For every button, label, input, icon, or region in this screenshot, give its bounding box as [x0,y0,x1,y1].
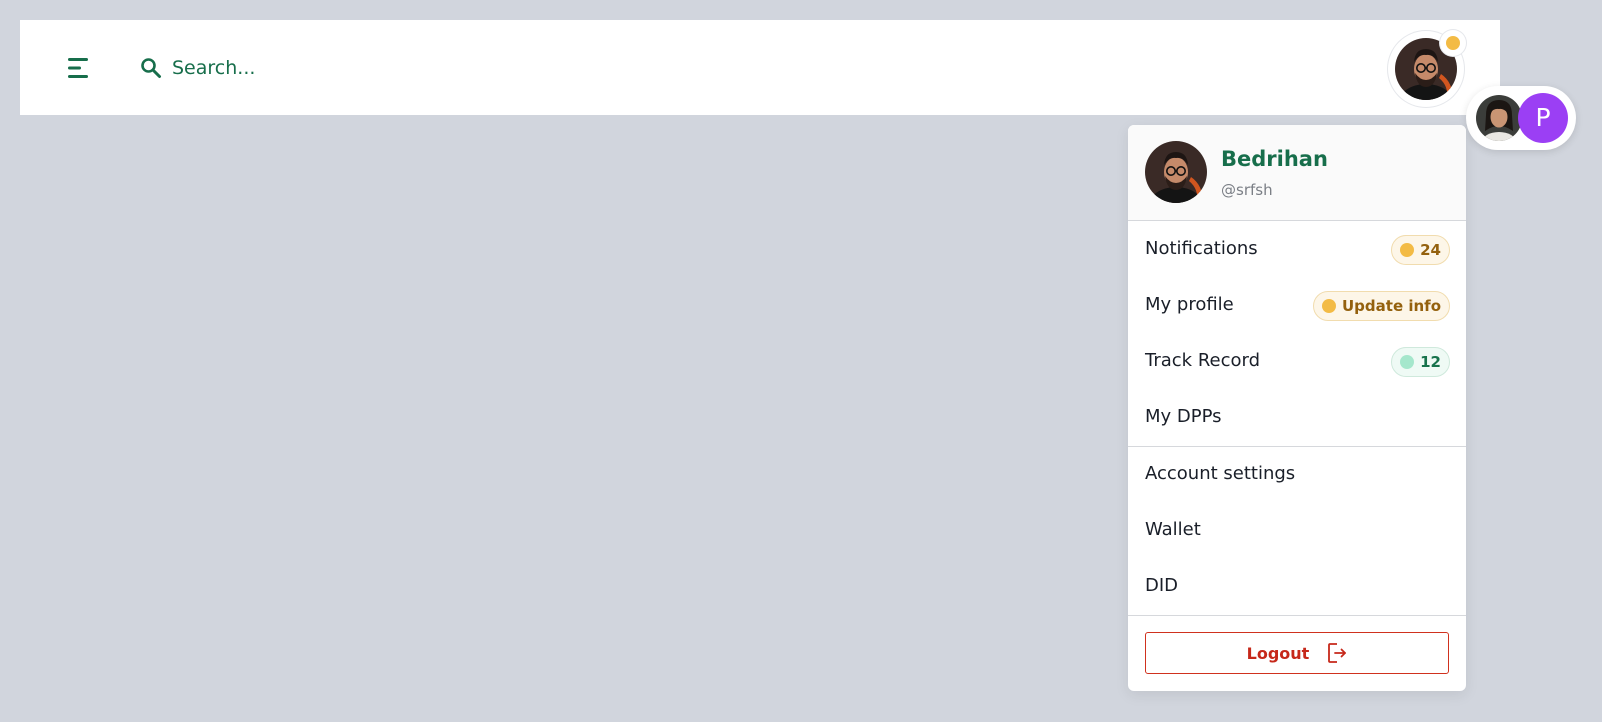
menu-item-label: DID [1145,575,1179,596]
menu-item-label: Account settings [1145,463,1296,484]
user-dropdown-menu: Bedrihan @srfsh Notifications 24 My prof… [1128,125,1466,691]
logout-button[interactable]: Logout [1145,632,1449,674]
menu-divider [1128,615,1466,616]
menu-item-my-dpps[interactable]: My DPPs [1128,390,1466,446]
hamburger-menu-icon[interactable] [66,55,94,81]
user-name: Bedrihan [1221,147,1328,171]
user-profile-header: Bedrihan @srfsh [1128,125,1466,221]
menu-item-track-record[interactable]: Track Record 12 [1128,334,1466,390]
notifications-count-badge: 24 [1391,235,1450,265]
account-switcher: P [1466,86,1576,150]
menu-item-label: My DPPs [1145,406,1222,427]
search-input[interactable] [172,45,532,91]
logout-icon [1327,642,1347,664]
account-avatar-initial[interactable]: P [1518,93,1568,143]
menu-item-did[interactable]: DID [1128,559,1466,615]
logout-label: Logout [1246,643,1310,663]
menu-item-label: Track Record [1145,350,1261,371]
menu-item-label: Wallet [1145,519,1201,540]
menu-item-my-profile[interactable]: My profile Update info [1128,278,1466,334]
update-info-badge: Update info [1313,291,1450,321]
avatar [1145,141,1207,203]
user-handle: @srfsh [1221,181,1273,199]
status-dot [1440,30,1466,56]
top-header-bar [20,20,1500,115]
account-avatar-photo[interactable] [1474,93,1524,143]
menu-item-account-settings[interactable]: Account settings [1128,447,1466,503]
menu-item-label: My profile [1145,294,1234,315]
menu-item-wallet[interactable]: Wallet [1128,503,1466,559]
track-record-count-badge: 12 [1391,347,1450,377]
search-icon [140,57,162,79]
menu-item-label: Notifications [1145,238,1258,259]
search-bar [140,45,540,91]
menu-item-notifications[interactable]: Notifications 24 [1128,222,1466,278]
